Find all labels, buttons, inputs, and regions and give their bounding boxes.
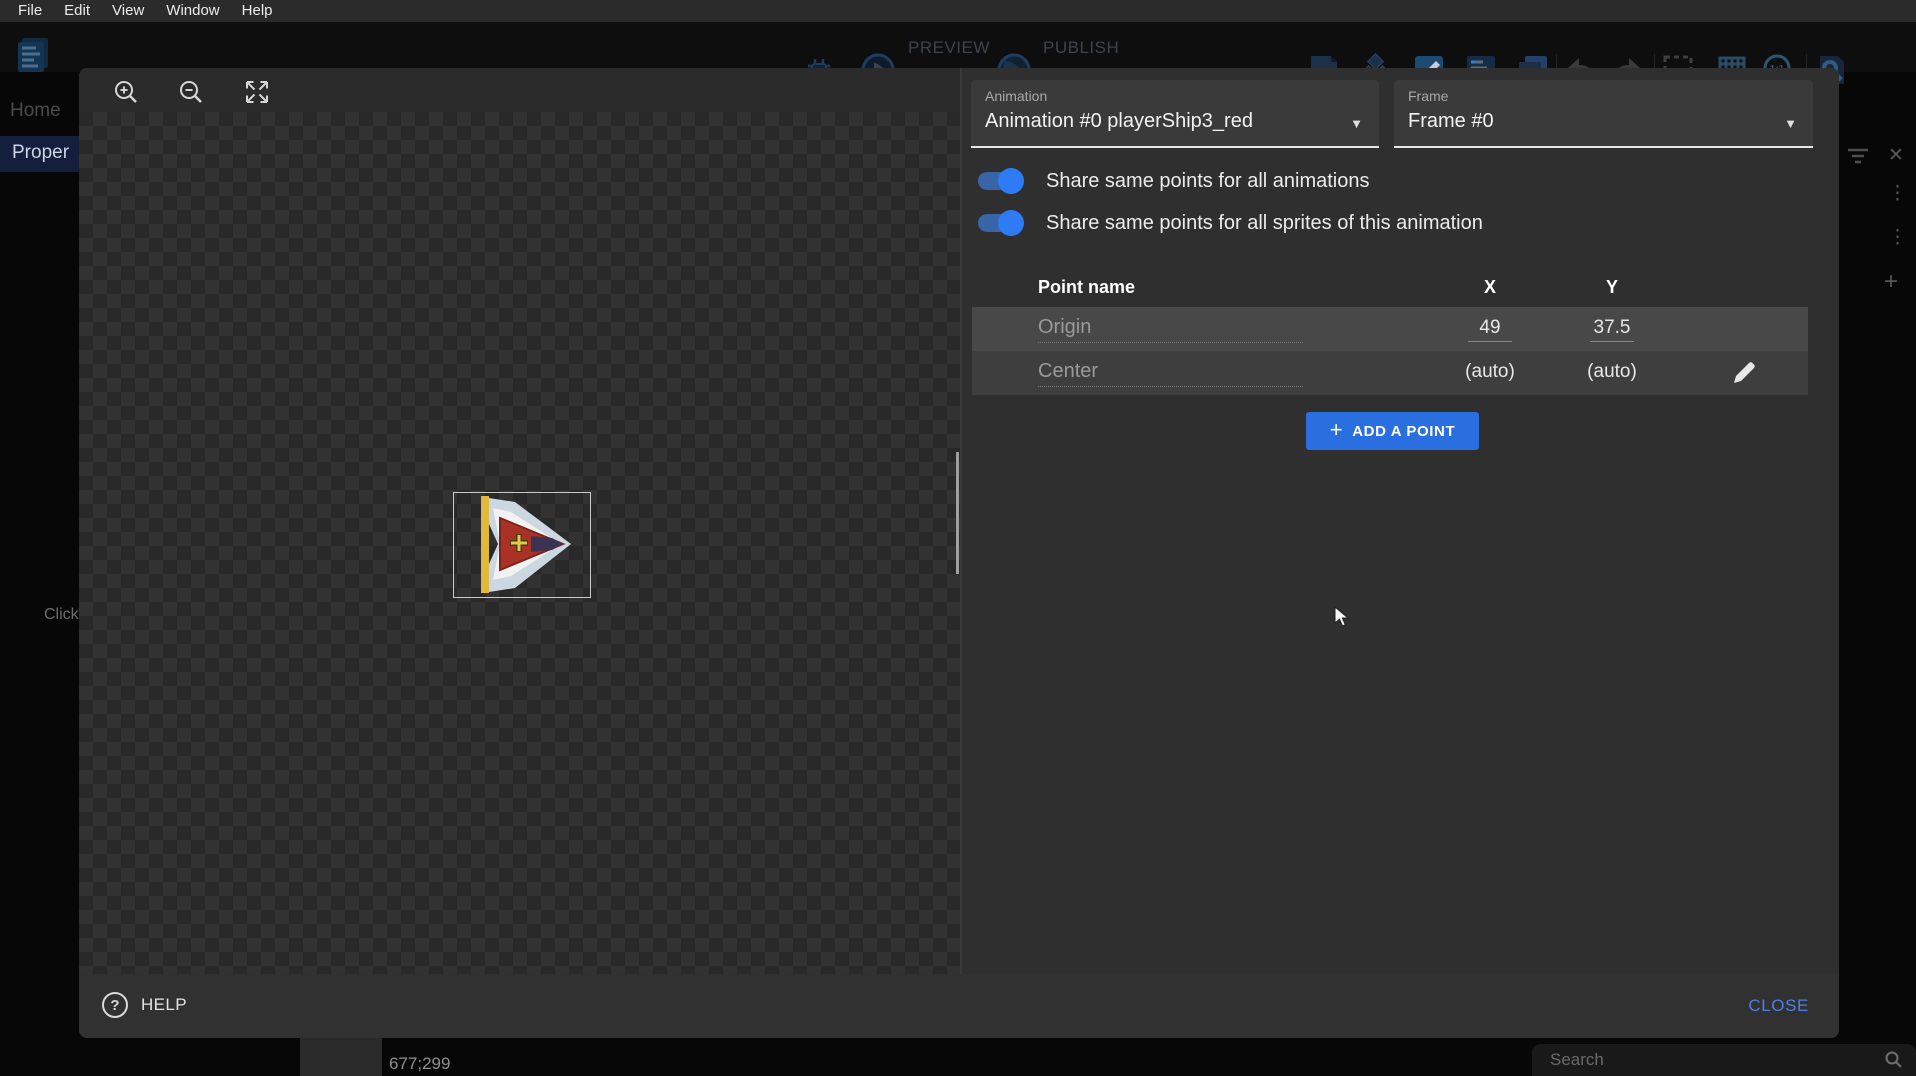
search-input[interactable] [1550, 1048, 1850, 1072]
chevron-down-icon: ▼ [1784, 116, 1797, 131]
chevron-down-icon: ▼ [1350, 116, 1363, 131]
tab-home[interactable]: Home [10, 100, 61, 122]
menu-view[interactable]: View [101, 0, 155, 22]
point-y-field: (auto) [1567, 361, 1657, 383]
canvas-scrollbar[interactable] [956, 452, 959, 574]
canvas-toolbar [79, 68, 962, 112]
panel-close-icon[interactable]: ✕ [1888, 144, 1904, 167]
help-circle-icon: ? [101, 991, 129, 1019]
edit-points-dialog: Animation Animation #0 playerShip3_red ▼… [79, 68, 1839, 1038]
tab-properties-label: Proper [12, 142, 69, 164]
toggle-thumb [998, 210, 1024, 236]
column-y: Y [1597, 277, 1627, 298]
points-table-header: Point name X Y [972, 269, 1808, 307]
preview-button-label[interactable]: PREVIEW [908, 38, 990, 58]
table-row-center[interactable]: Center (auto) (auto) [972, 351, 1808, 395]
share-points-all-sprites-toggle[interactable] [976, 210, 1024, 236]
svg-text:?: ? [110, 997, 119, 1014]
more-vertical-icon[interactable]: ⋮ [1888, 226, 1907, 249]
tab-properties[interactable]: Proper [0, 136, 80, 172]
menu-window[interactable]: Window [155, 0, 230, 22]
mouse-cursor [1334, 606, 1354, 628]
point-x-field[interactable]: 49 [1445, 317, 1535, 342]
animation-select-label: Animation [985, 88, 1047, 104]
table-row-origin[interactable]: Origin 49 37.5 [972, 307, 1808, 351]
plus-icon: + [1330, 417, 1343, 443]
menu-file[interactable]: File [7, 0, 53, 22]
toggle-label: Share same points for all animations [1046, 170, 1370, 193]
point-name-field[interactable]: Center [1038, 360, 1303, 387]
points-panel: Animation Animation #0 playerShip3_red ▼… [962, 68, 1839, 974]
dialog-footer: ? HELP CLOSE [79, 974, 1839, 1038]
search-bar [1532, 1044, 1916, 1076]
animation-select[interactable]: Animation Animation #0 playerShip3_red ▼ [971, 80, 1379, 148]
zoom-in-icon[interactable] [111, 77, 141, 107]
main-toolbar: PREVIEW PUBLISH 1:1 [0, 22, 1916, 72]
help-label: HELP [141, 995, 187, 1015]
add-a-point-label: ADD A POINT [1352, 423, 1455, 440]
search-icon[interactable] [1884, 1050, 1904, 1070]
menu-help[interactable]: Help [231, 0, 284, 22]
app-root: File Edit View Window Help PREVIEW PUBLI… [0, 0, 1916, 1076]
background-panel-corner [300, 1036, 382, 1076]
point-y-field[interactable]: 37.5 [1567, 317, 1657, 342]
add-a-point-button[interactable]: + ADD A POINT [1306, 412, 1479, 450]
help-button[interactable]: ? HELP [101, 991, 187, 1019]
sprite-canvas-pane [79, 68, 962, 974]
publish-button-label[interactable]: PUBLISH [1043, 38, 1119, 58]
sprite-image[interactable] [453, 492, 591, 598]
column-point-name: Point name [1038, 277, 1135, 298]
menu-edit[interactable]: Edit [53, 0, 101, 22]
frame-select-label: Frame [1408, 88, 1448, 104]
add-panel-item-icon[interactable]: + [1884, 268, 1898, 296]
fit-to-screen-icon[interactable] [242, 77, 272, 107]
point-x-field: (auto) [1445, 361, 1535, 383]
toggle-label: Share same points for all sprites of thi… [1046, 212, 1483, 235]
share-points-all-animations-row: Share same points for all animations [976, 167, 1370, 195]
more-vertical-icon[interactable]: ⋮ [1888, 182, 1907, 205]
frame-select[interactable]: Frame Frame #0 ▼ [1394, 80, 1813, 148]
share-points-all-animations-toggle[interactable] [976, 168, 1024, 194]
toggle-thumb [998, 168, 1024, 194]
filter-icon[interactable] [1846, 146, 1870, 166]
zoom-out-icon[interactable] [176, 77, 206, 107]
frame-select-value: Frame #0 [1408, 110, 1494, 133]
animation-select-value: Animation #0 playerShip3_red [985, 110, 1253, 133]
point-name-field[interactable]: Origin [1038, 316, 1303, 343]
menu-bar: File Edit View Window Help [0, 0, 1916, 22]
column-x: X [1475, 277, 1505, 298]
status-bar-coordinates: 677;299 [389, 1054, 450, 1074]
properties-panel-hint-text: Click [44, 606, 79, 624]
close-button[interactable]: CLOSE [1748, 996, 1809, 1016]
project-manager-icon[interactable] [14, 34, 54, 78]
share-points-all-sprites-row: Share same points for all sprites of thi… [976, 209, 1483, 237]
edit-point-pencil-icon[interactable] [1730, 359, 1758, 387]
